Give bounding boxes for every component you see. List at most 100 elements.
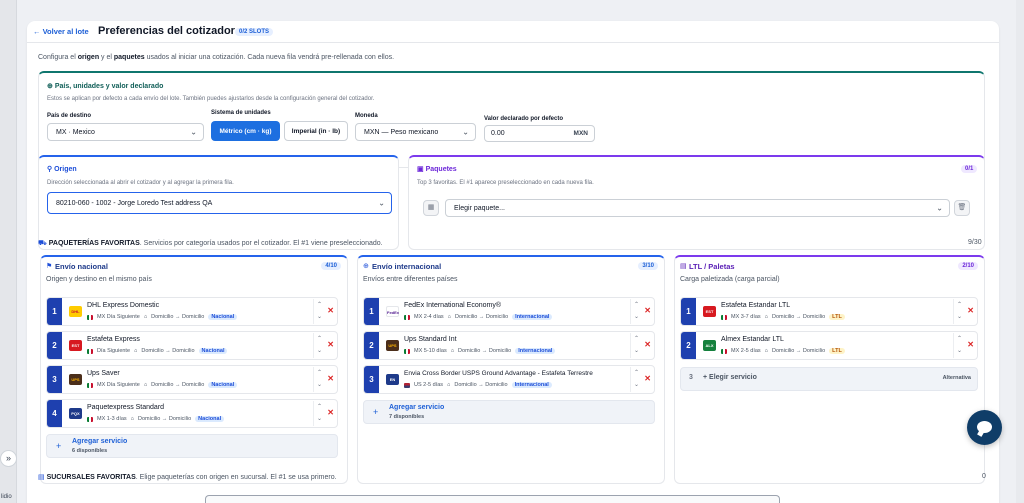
home-icon: ⌂ — [130, 416, 134, 422]
declared-value-label: Valor declarado por defecto — [484, 116, 564, 122]
home-icon: ⌂ — [764, 348, 768, 354]
home-icon: ⌂ — [447, 382, 451, 388]
country-card-title: ⊕ País, unidades y valor declarado — [47, 83, 164, 90]
home-icon: ⌂ — [450, 348, 455, 354]
back-label: Volver al lote — [42, 27, 89, 36]
metric-button[interactable]: Métrico (cm · kg) — [211, 121, 280, 141]
globe-icon: ⊕ — [363, 263, 369, 270]
ltl-title: LTL / Paletas — [689, 262, 735, 271]
currency-label: Moneda — [355, 113, 378, 119]
reorder-arrows-icon[interactable]: ⌃ ⌄ — [313, 401, 325, 426]
packages-card: ▣ Paquetes 0/1 Top 3 favoritas. El #1 ap… — [408, 155, 985, 250]
add-service-button[interactable]: + Agregar servicio 6 disponibles — [46, 434, 338, 458]
almex-logo: ALX — [703, 340, 716, 351]
remove-icon[interactable]: ✕ — [327, 340, 334, 349]
plus-icon: + — [703, 374, 708, 381]
national-column: ⚑ Envío nacional 4/10 Origen y destino e… — [40, 255, 348, 484]
panel-header: ← Volver al lote Preferencias del cotiza… — [27, 21, 999, 43]
paquetexpress-logo: PQX — [69, 408, 82, 419]
left-collapsed-sidebar: » lidio — [0, 0, 17, 503]
ups-logo: UPS — [69, 374, 82, 385]
declared-value-input[interactable]: 0.00 MXN — [484, 125, 595, 142]
service-row[interactable]: 1 FedEx FedEx International Economy® MX … — [363, 297, 655, 326]
reorder-arrows-icon[interactable]: ⌃ ⌄ — [953, 333, 965, 358]
envia-logo: EN — [386, 374, 399, 385]
home-icon: ⌂ — [143, 382, 148, 388]
remove-icon[interactable]: ✕ — [327, 306, 334, 315]
service-row[interactable]: 3 EN Envia Cross Border USPS Ground Adva… — [363, 365, 655, 394]
package-icon-button[interactable]: ▦ — [423, 200, 439, 216]
plus-icon: + — [373, 407, 379, 417]
service-row[interactable]: 3 UPS Ups Saver MX Día Siguiente ⌂ Domicil… — [46, 365, 338, 394]
packages-title: ▣ Paquetes — [417, 166, 457, 173]
choose-service-slot[interactable]: 3 + Elegir servicio Alternativa — [680, 367, 978, 391]
ltl-column: ▤ LTL / Paletas 2/10 Carga paletizada (c… — [674, 255, 985, 484]
remove-icon[interactable]: ✕ — [644, 306, 651, 315]
globe-icon: ⊕ — [47, 83, 53, 90]
location-pin-icon: ⚲ — [47, 166, 53, 173]
packages-subtitle: Top 3 favoritas. El #1 aparece preselecc… — [417, 180, 594, 186]
package-select[interactable]: Elegir paquete... ⌄ — [445, 199, 950, 217]
packages-count-badge: 0/1 — [961, 165, 978, 173]
estafeta-logo: EST — [703, 306, 716, 317]
bottom-bar-edge — [205, 495, 780, 503]
trash-icon[interactable]: 🗑 — [954, 200, 970, 216]
reorder-arrows-icon[interactable]: ⌃ ⌄ — [630, 299, 642, 324]
national-title: Envío nacional — [55, 262, 108, 271]
dest-country-select[interactable]: MX · Mexico ⌄ — [47, 123, 204, 141]
origin-title: ⚲ Origen — [47, 166, 77, 173]
country-card-subtitle: Estos se aplican por defecto a cada enví… — [47, 96, 375, 102]
reorder-arrows-icon[interactable]: ⌃ ⌄ — [630, 367, 642, 392]
chevron-down-icon: ⌄ — [190, 127, 197, 137]
reorder-arrows-icon[interactable]: ⌃ ⌄ — [313, 367, 325, 392]
home-icon: ⌂ — [764, 314, 768, 320]
back-to-batch-link[interactable]: ← Volver al lote — [33, 27, 89, 36]
chevron-down-icon: ⌄ — [462, 127, 469, 137]
service-row[interactable]: 1 EST Estafeta Estandar LTL MX 3-7 días ⌂… — [680, 297, 978, 326]
national-count-badge: 4/10 — [321, 262, 341, 270]
chat-button[interactable] — [967, 410, 1002, 445]
ltl-count-badge: 2/10 — [958, 262, 978, 270]
expand-sidebar-icon[interactable]: » — [0, 450, 17, 467]
home-icon: ⌂ — [143, 314, 148, 320]
international-column: ⊕ Envío internacional 3/10 Envíos entre … — [357, 255, 665, 484]
currency-select[interactable]: MXN — Peso mexicano ⌄ — [355, 123, 476, 141]
service-row[interactable]: 2 UPS Ups Standard Int MX 5-10 días ⌂ Domi… — [363, 331, 655, 360]
reorder-arrows-icon[interactable]: ⌃ ⌄ — [313, 299, 325, 324]
slots-badge: 0/2 SLOTS — [235, 28, 274, 36]
add-service-button[interactable]: + Agregar servicio 7 disponibles — [363, 400, 655, 424]
remove-icon[interactable]: ✕ — [644, 374, 651, 383]
flag-icon: ⚑ — [46, 263, 53, 270]
chevron-down-icon: ⌄ — [378, 198, 385, 208]
favorites-count: 9/30 — [968, 239, 982, 246]
remove-icon[interactable]: ✕ — [967, 340, 974, 349]
estafeta-logo: EST — [69, 340, 82, 351]
home-icon: ⌂ — [134, 348, 138, 354]
international-subtitle: Envíos entre diferentes países — [363, 276, 458, 283]
reorder-arrows-icon[interactable]: ⌃ ⌄ — [630, 333, 642, 358]
service-row[interactable]: 2 ALX Almex Estandar LTL MX 2-5 días ⌂ Dom… — [680, 331, 978, 360]
fedex-logo: FedEx — [386, 306, 399, 317]
imperial-button[interactable]: Imperial (in · lb) — [284, 121, 348, 141]
service-row[interactable]: 1 DHL DHL Express Domestic MX Día Siguie… — [46, 297, 338, 326]
service-row[interactable]: 2 EST Estafeta Express Día Siguiente ⌂ Dom… — [46, 331, 338, 360]
ltl-subtitle: Carga paletizada (carga parcial) — [680, 276, 780, 283]
remove-icon[interactable]: ✕ — [327, 374, 334, 383]
international-title: Envío internacional — [372, 262, 442, 271]
branches-section-title: ▤ SUCURSALES FAVORITAS. Elige paquetería… — [38, 474, 337, 481]
reorder-arrows-icon[interactable]: ⌃ ⌄ — [953, 299, 965, 324]
home-icon: ⌂ — [447, 314, 451, 320]
reorder-arrows-icon[interactable]: ⌃ ⌄ — [313, 333, 325, 358]
service-row[interactable]: 4 PQX Paquetexpress Standard MX 1-3 días… — [46, 399, 338, 428]
origin-select[interactable]: 80210-060 - 1002 - Jorge Loredo Test add… — [47, 192, 392, 214]
remove-icon[interactable]: ✕ — [967, 306, 974, 315]
country-units-card: ⊕ País, unidades y valor declarado Estos… — [38, 71, 985, 168]
dhl-logo: DHL — [69, 306, 82, 317]
favorites-section-title: ⛟ PAQUETERÍAS FAVORITAS. Servicios por c… — [38, 240, 383, 247]
pallet-icon: ▤ — [680, 263, 687, 270]
sidebar-bottom-text: lidio — [1, 494, 12, 500]
scrollbar-track[interactable] — [1016, 0, 1024, 503]
remove-icon[interactable]: ✕ — [644, 340, 651, 349]
remove-icon[interactable]: ✕ — [327, 408, 334, 417]
truck-icon: ⛟ — [38, 240, 47, 247]
